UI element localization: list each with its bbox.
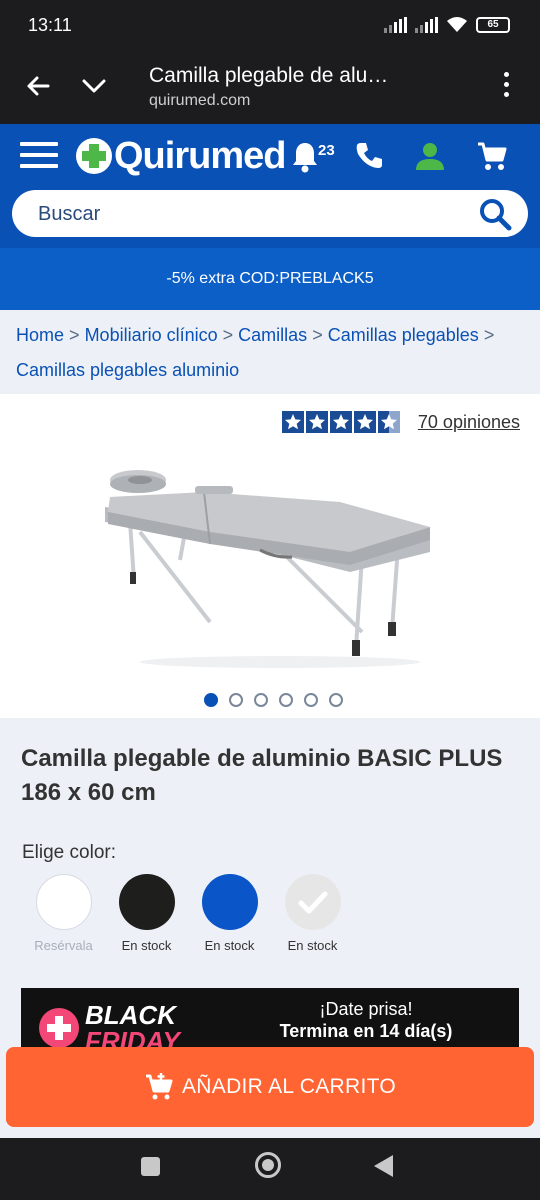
breadcrumb-separator: >: [312, 325, 323, 345]
promo-banner[interactable]: -5% extra COD:PREBLACK5: [0, 248, 540, 310]
browser-page-title[interactable]: Camilla plegable de alu…: [149, 64, 388, 88]
back-arrow-icon[interactable]: [22, 70, 54, 102]
bf-word-friday: FRIDAY: [85, 1026, 180, 1048]
recent-apps-icon[interactable]: [141, 1157, 160, 1176]
search-input[interactable]: Buscar: [38, 203, 100, 226]
overflow-menu-icon[interactable]: [502, 72, 510, 102]
gallery-dot[interactable]: [329, 693, 343, 707]
black-friday-banner[interactable]: BLACK FRIDAY ¡Date prisa! Termina en 14 …: [21, 988, 519, 1048]
product-image-massage-table[interactable]: [100, 462, 440, 672]
color-option-white[interactable]: Resérvala: [22, 874, 105, 953]
checkmark-icon: [298, 891, 327, 914]
plus-icon: [39, 1008, 79, 1048]
color-label: Elige color:: [22, 842, 116, 863]
home-icon[interactable]: [255, 1152, 281, 1178]
color-option-grey[interactable]: En stock: [271, 874, 354, 953]
color-swatch[interactable]: [201, 874, 258, 930]
breadcrumb-aluminio[interactable]: Camillas plegables aluminio: [16, 360, 239, 380]
bell-icon[interactable]: [290, 140, 320, 174]
color-swatch-selected[interactable]: [284, 874, 341, 930]
star-icon: [353, 411, 376, 433]
rating-summary[interactable]: 70 opiniones: [281, 411, 520, 433]
bf-word-black: BLACK: [85, 1000, 176, 1030]
star-half-icon: [377, 411, 400, 433]
product-title: Camilla plegable de aluminio BASIC PLUS …: [21, 745, 503, 806]
product-gallery[interactable]: 70 opiniones: [0, 394, 540, 718]
breadcrumb-home[interactable]: Home: [16, 325, 64, 345]
hamburger-menu-icon[interactable]: [20, 142, 58, 170]
reviews-link[interactable]: 70 opiniones: [418, 412, 520, 433]
color-caption: En stock: [287, 938, 338, 953]
shopping-cart-icon[interactable]: [476, 140, 508, 172]
status-icons: 65: [384, 16, 510, 34]
site-header: Quirumed 23 Buscar: [0, 124, 540, 248]
chevron-down-icon[interactable]: [78, 70, 110, 102]
breadcrumb-mobiliario[interactable]: Mobiliario clínico: [85, 325, 218, 345]
color-swatches: Resérvala En stock En stock En stock: [22, 874, 354, 953]
status-time: 13:11: [28, 15, 72, 35]
cart-add-icon: [146, 1073, 173, 1100]
search-icon[interactable]: [478, 197, 512, 231]
countdown-line-1: ¡Date prisa!: [319, 999, 413, 1019]
add-to-cart-button[interactable]: AÑADIR AL CARRITO: [6, 1047, 534, 1127]
battery-icon: 65: [476, 17, 510, 33]
browser-toolbar: Camilla plegable de alu… quirumed.com: [0, 50, 540, 124]
gallery-pagination: [204, 693, 343, 707]
signal-icon: [384, 17, 407, 33]
wifi-icon: [447, 17, 467, 32]
browser-url[interactable]: quirumed.com: [149, 92, 250, 110]
add-to-cart-label: AÑADIR AL CARRITO: [182, 1075, 396, 1098]
gallery-dot[interactable]: [229, 693, 243, 707]
color-caption: En stock: [121, 938, 172, 953]
breadcrumb-separator: >: [69, 325, 80, 345]
breadcrumb: Home > Mobiliario clínico > Camillas > C…: [16, 318, 526, 388]
status-bar: 13:11 65: [0, 0, 540, 50]
star-icon: [329, 411, 352, 433]
system-navigation-bar: [0, 1138, 540, 1200]
gallery-dot[interactable]: [279, 693, 293, 707]
gallery-dot-active[interactable]: [204, 693, 218, 707]
breadcrumb-separator: >: [222, 325, 234, 345]
phone-icon[interactable]: [354, 140, 384, 170]
color-option-blue[interactable]: En stock: [188, 874, 271, 953]
back-triangle-icon[interactable]: [374, 1155, 393, 1177]
user-icon[interactable]: [414, 140, 446, 172]
black-friday-logo: BLACK FRIDAY: [39, 1002, 180, 1048]
color-swatch[interactable]: [118, 874, 175, 930]
gallery-dot[interactable]: [254, 693, 268, 707]
logo-cross-icon: [76, 138, 112, 174]
signal-icon-2: [415, 17, 438, 33]
color-swatch[interactable]: [35, 874, 92, 930]
logo-text: Quirumed: [114, 134, 286, 177]
breadcrumb-camillas-plegables[interactable]: Camillas plegables: [328, 325, 479, 345]
countdown-message: ¡Date prisa! Termina en 14 día(s): [253, 998, 479, 1042]
star-icon: [305, 411, 328, 433]
color-caption: Resérvala: [34, 938, 93, 953]
breadcrumb-separator: >: [483, 325, 495, 345]
star-icon: [281, 411, 304, 433]
search-bar[interactable]: Buscar: [12, 190, 528, 237]
color-option-black[interactable]: En stock: [105, 874, 188, 953]
rating-stars: [281, 411, 400, 433]
notification-badge: 23: [318, 142, 335, 159]
color-caption: En stock: [204, 938, 255, 953]
site-logo[interactable]: Quirumed: [76, 132, 286, 180]
countdown-line-2: Termina en 14 día(s): [279, 1021, 453, 1041]
gallery-dot[interactable]: [304, 693, 318, 707]
breadcrumb-camillas[interactable]: Camillas: [238, 325, 307, 345]
